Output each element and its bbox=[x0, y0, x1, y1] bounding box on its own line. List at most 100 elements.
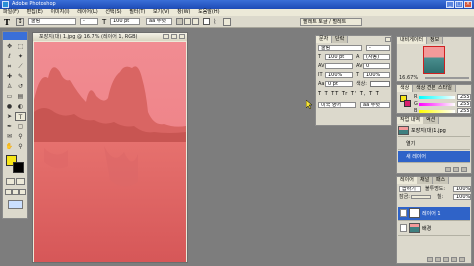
lock-icons[interactable] bbox=[411, 195, 431, 199]
layer-mask-icon[interactable] bbox=[435, 257, 441, 262]
full-screen-menu-mode-icon[interactable] bbox=[12, 189, 19, 195]
character-font-select[interactable]: 굴림 bbox=[318, 45, 362, 51]
navigator-zoom-slider[interactable] bbox=[425, 77, 469, 79]
character-vscale-input[interactable]: 100% bbox=[325, 72, 353, 78]
doc-maximize-button[interactable] bbox=[171, 34, 177, 39]
blend-mode-select[interactable]: 곱하기 bbox=[399, 186, 421, 192]
menu-edit[interactable]: 편집(E) bbox=[24, 9, 46, 16]
character-baseline-input[interactable]: 0 pt bbox=[325, 81, 353, 87]
menu-view[interactable]: 보기(V) bbox=[150, 9, 173, 16]
menu-help[interactable]: 도움말(H) bbox=[195, 9, 222, 16]
tab-navigator[interactable]: 내비게이터 bbox=[397, 37, 428, 44]
eyedropper-tool-icon[interactable]: ⚲ bbox=[15, 132, 26, 141]
hand-tool-icon[interactable]: ✋ bbox=[4, 142, 15, 151]
tab-color[interactable]: 색상 bbox=[397, 85, 414, 92]
font-style-select[interactable]: - bbox=[80, 18, 98, 25]
full-screen-mode-icon[interactable] bbox=[19, 189, 26, 195]
tab-channels[interactable]: 채널 bbox=[417, 177, 434, 184]
menu-image[interactable]: 이미지(I) bbox=[47, 9, 72, 16]
fill-input[interactable]: 100% bbox=[453, 194, 471, 200]
menu-filter[interactable]: 필터(T) bbox=[126, 9, 148, 16]
background-visibility-eye-icon[interactable] bbox=[400, 224, 407, 232]
gradient-tool-icon[interactable]: ▤ bbox=[15, 92, 26, 101]
dodge-tool-icon[interactable]: ◐ bbox=[15, 102, 26, 111]
standard-mode-icon[interactable] bbox=[6, 178, 15, 185]
layer1-visibility-eye-icon[interactable] bbox=[400, 209, 407, 217]
font-family-select[interactable]: 굴림 bbox=[28, 18, 76, 25]
layer-row-layer1[interactable]: 레이어 1 bbox=[398, 207, 470, 221]
color-bg-swatch[interactable] bbox=[404, 100, 411, 107]
doc-minimize-button[interactable] bbox=[163, 34, 169, 39]
move-tool-icon[interactable]: ✥ bbox=[4, 42, 15, 51]
navigator-thumbnail[interactable] bbox=[423, 46, 445, 74]
menu-window[interactable]: 창(W) bbox=[174, 9, 193, 16]
tab-paragraph[interactable]: 단락 bbox=[332, 36, 349, 43]
new-layer-icon[interactable] bbox=[451, 257, 457, 262]
path-selection-tool-icon[interactable]: ➤ bbox=[4, 112, 15, 121]
character-tracking-input[interactable]: 0 bbox=[363, 63, 390, 69]
history-brush-tool-icon[interactable]: ↺ bbox=[15, 82, 26, 91]
type-tool-icon[interactable]: T bbox=[4, 18, 13, 26]
quick-mask-mode-icon[interactable] bbox=[16, 178, 25, 185]
character-kerning-input[interactable] bbox=[325, 63, 353, 69]
character-style-select[interactable]: - bbox=[366, 45, 390, 51]
standard-screen-mode-icon[interactable] bbox=[5, 189, 12, 195]
palette-well-button[interactable]: 팔레트 토글 / 펄레트 bbox=[300, 18, 362, 26]
color-b-slider[interactable] bbox=[419, 110, 455, 113]
healing-tool-icon[interactable]: ✚ bbox=[4, 72, 15, 81]
menu-layer[interactable]: 레이어(L) bbox=[74, 9, 101, 16]
marquee-tool-icon[interactable]: ⬚ bbox=[15, 42, 26, 51]
tab-history[interactable]: 작업 내역 bbox=[397, 117, 424, 124]
zoom-tool-icon[interactable]: ⚲ bbox=[15, 142, 26, 151]
text-style-buttons[interactable]: T T TT Tr T' T, T T bbox=[318, 91, 390, 98]
magic-wand-tool-icon[interactable]: ✦ bbox=[15, 52, 26, 61]
slice-tool-icon[interactable]: ⟋ bbox=[15, 62, 26, 71]
history-snapshot-item[interactable]: 포장지(대)1.jpg bbox=[398, 125, 470, 137]
character-size-input[interactable]: 100 pt bbox=[325, 54, 353, 60]
crop-tool-icon[interactable]: ⌗ bbox=[4, 62, 15, 71]
history-new-snapshot-icon[interactable] bbox=[453, 167, 459, 172]
lasso-tool-icon[interactable]: ℓ bbox=[4, 52, 15, 61]
minimize-button[interactable]: _ bbox=[446, 1, 454, 8]
menu-file[interactable]: 파일(F) bbox=[0, 9, 22, 16]
navigator-zoom-value[interactable]: 16.67% bbox=[399, 75, 418, 81]
doc-close-button[interactable] bbox=[179, 34, 185, 39]
close-button[interactable]: × bbox=[464, 1, 472, 8]
type-tool-icon[interactable]: T bbox=[15, 112, 26, 121]
text-orientation-icon[interactable]: ↕ bbox=[16, 18, 24, 26]
character-antialias-select[interactable]: aa 뚜렷 bbox=[360, 102, 390, 108]
brush-tool-icon[interactable]: ✎ bbox=[15, 72, 26, 81]
text-color-swatch[interactable] bbox=[203, 18, 210, 25]
color-b-input[interactable]: 255 bbox=[457, 108, 471, 114]
align-right-icon[interactable] bbox=[192, 18, 199, 25]
align-center-icon[interactable] bbox=[184, 18, 191, 25]
antialias-select[interactable]: aa 뚜렷 bbox=[146, 18, 172, 25]
blur-tool-icon[interactable]: ● bbox=[4, 102, 15, 111]
character-color-swatch[interactable] bbox=[370, 81, 390, 87]
tab-layers[interactable]: 레이어 bbox=[397, 177, 418, 184]
tab-styles[interactable]: 스타일 bbox=[435, 85, 456, 92]
image-canvas[interactable] bbox=[34, 42, 186, 262]
opacity-input[interactable]: 100% bbox=[453, 186, 471, 192]
history-item-new-layer[interactable]: 새 레이어 bbox=[398, 151, 470, 163]
character-panel-toggle-icon[interactable] bbox=[223, 18, 231, 26]
language-select[interactable]: 미국 영어 bbox=[318, 102, 356, 108]
history-delete-icon[interactable] bbox=[461, 167, 467, 172]
layer-row-background[interactable]: 배경 bbox=[398, 222, 470, 236]
layer-style-icon[interactable] bbox=[427, 257, 433, 262]
character-hscale-input[interactable]: 100% bbox=[363, 72, 390, 78]
menu-select[interactable]: 선택(S) bbox=[102, 9, 124, 16]
tab-character[interactable]: 문자 bbox=[316, 36, 333, 43]
color-r-slider[interactable] bbox=[419, 96, 455, 99]
warp-text-icon[interactable]: ⌇ bbox=[213, 18, 221, 26]
align-left-icon[interactable] bbox=[176, 18, 183, 25]
notes-tool-icon[interactable]: ✉ bbox=[4, 132, 15, 141]
history-new-document-icon[interactable] bbox=[445, 167, 451, 172]
color-r-input[interactable]: 255 bbox=[457, 94, 471, 100]
panel-menu-icon[interactable] bbox=[385, 37, 391, 42]
color-g-slider[interactable] bbox=[419, 103, 455, 106]
tab-info[interactable]: 정보 bbox=[427, 37, 444, 44]
tab-paths[interactable]: 패스 bbox=[433, 177, 450, 184]
delete-layer-icon[interactable] bbox=[459, 257, 465, 262]
color-g-input[interactable]: 255 bbox=[457, 101, 471, 107]
